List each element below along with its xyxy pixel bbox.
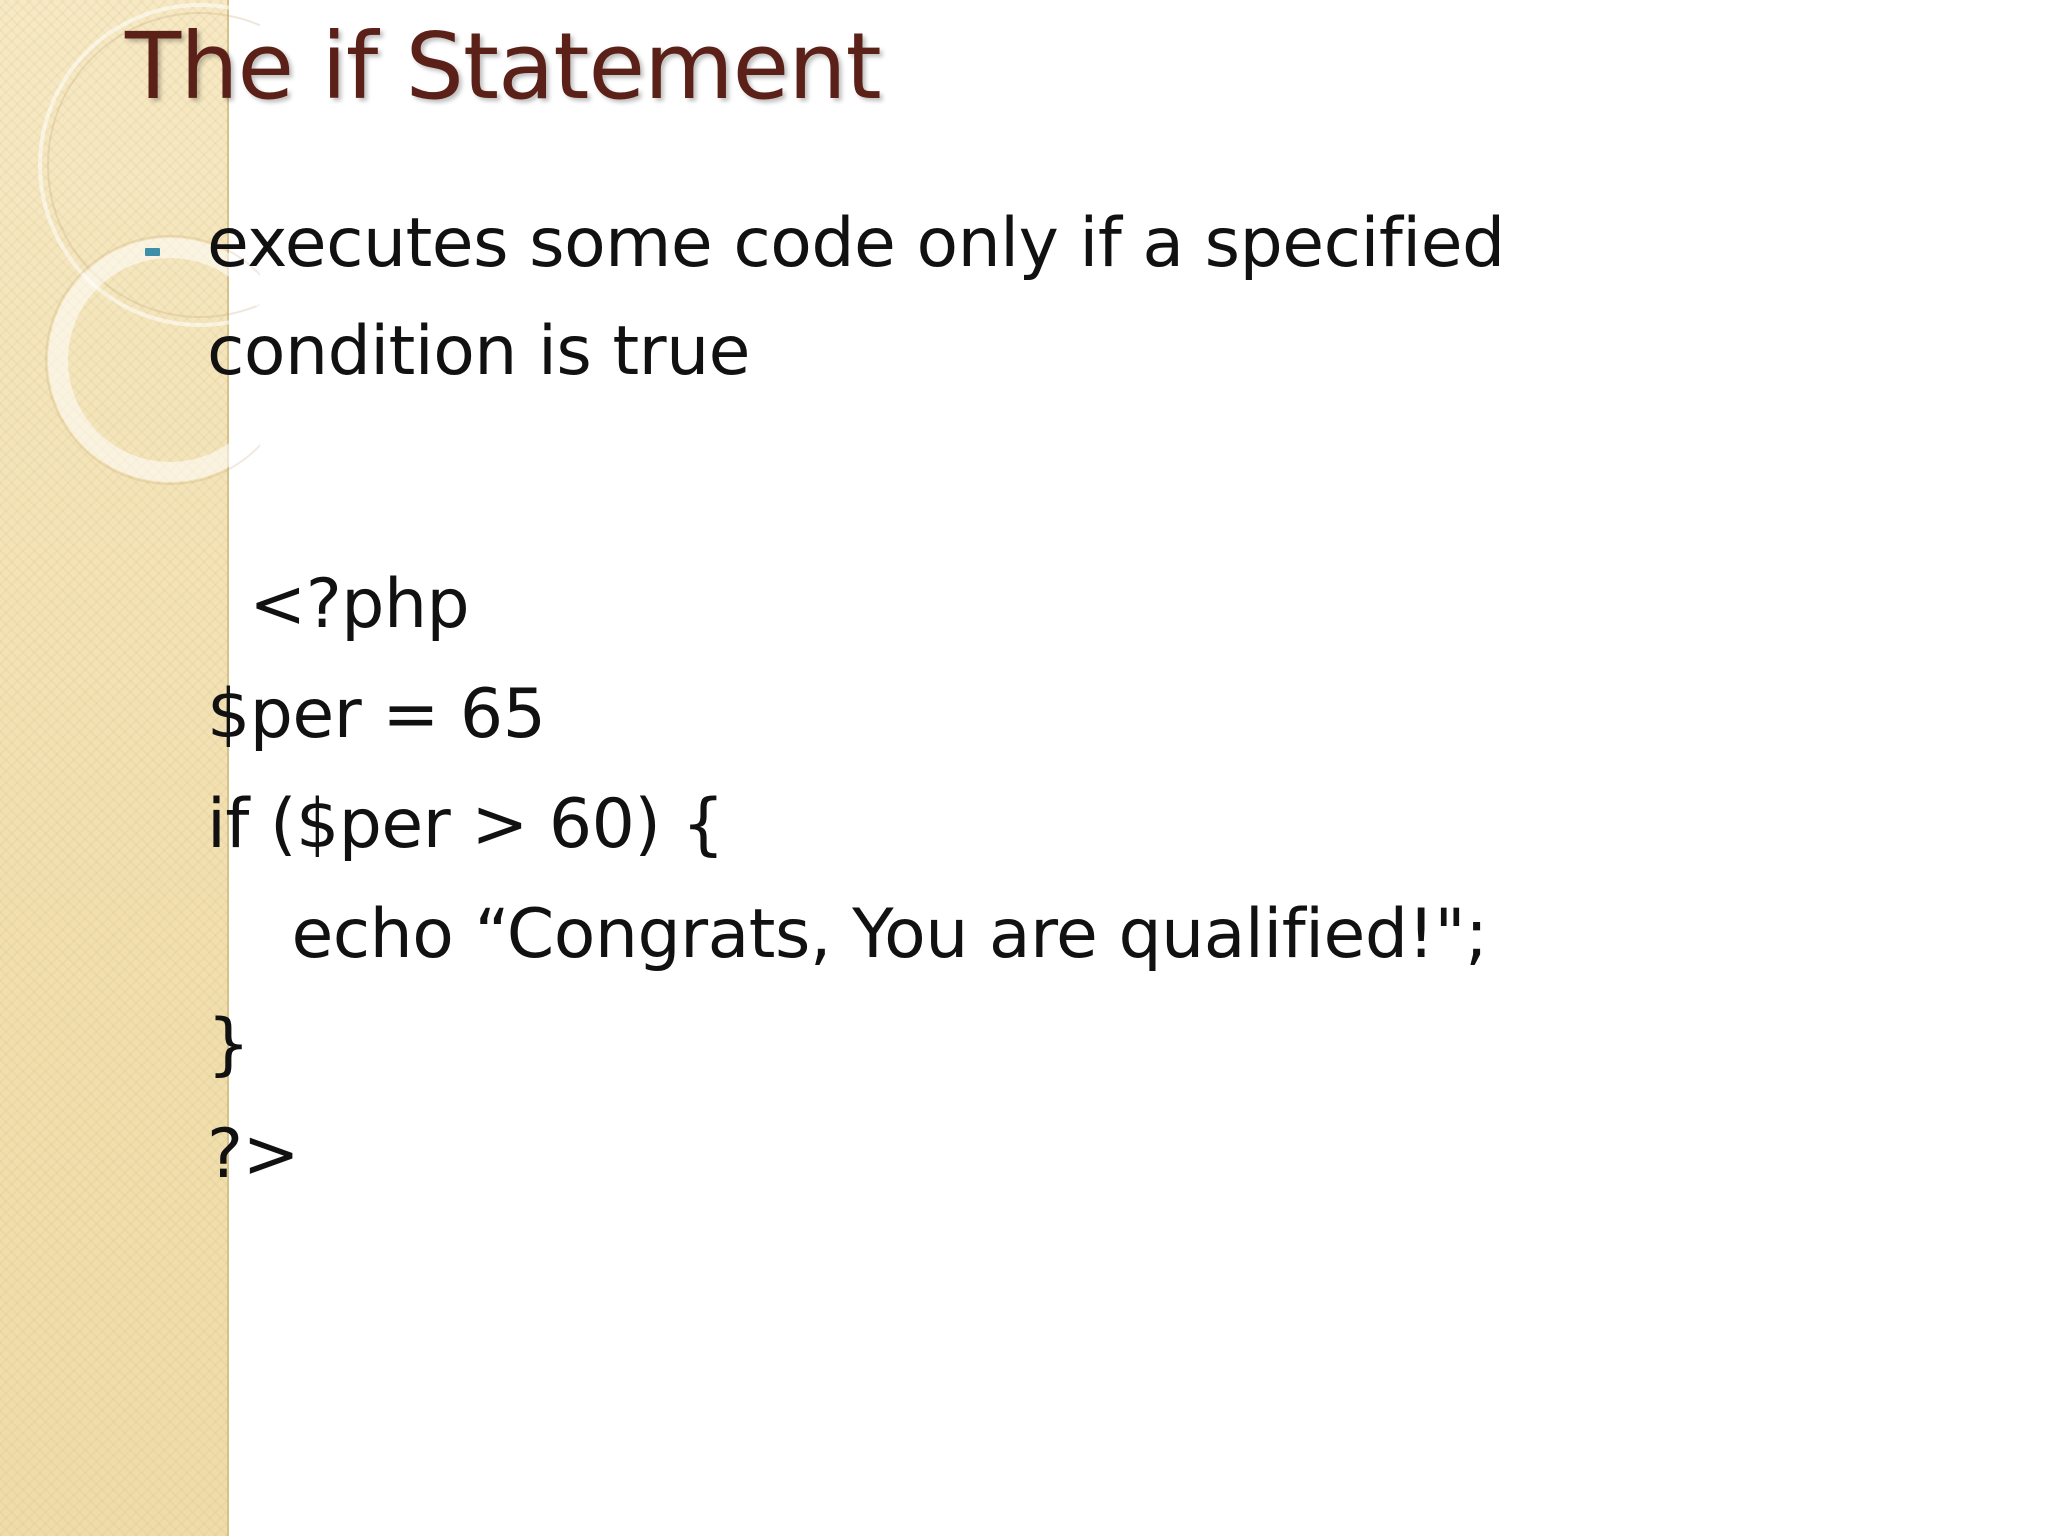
code-block: <?php $per = 65 if ($per > 60) { echo “C…: [207, 550, 1807, 1210]
code-line: <?php: [207, 565, 470, 644]
slide-title: The if Statement: [125, 13, 882, 120]
code-line: $per = 65: [207, 675, 546, 754]
code-line: echo “Congrats, You are qualified!";: [207, 895, 1488, 974]
slide: The if Statement executes some code only…: [0, 0, 2048, 1536]
code-line: if ($per > 60) {: [207, 785, 725, 864]
bullet-dash-icon: [145, 248, 160, 256]
code-line: }: [207, 1005, 250, 1084]
code-line: ?>: [207, 1115, 300, 1194]
bullet-text: executes some code only if a specified c…: [207, 204, 1505, 391]
